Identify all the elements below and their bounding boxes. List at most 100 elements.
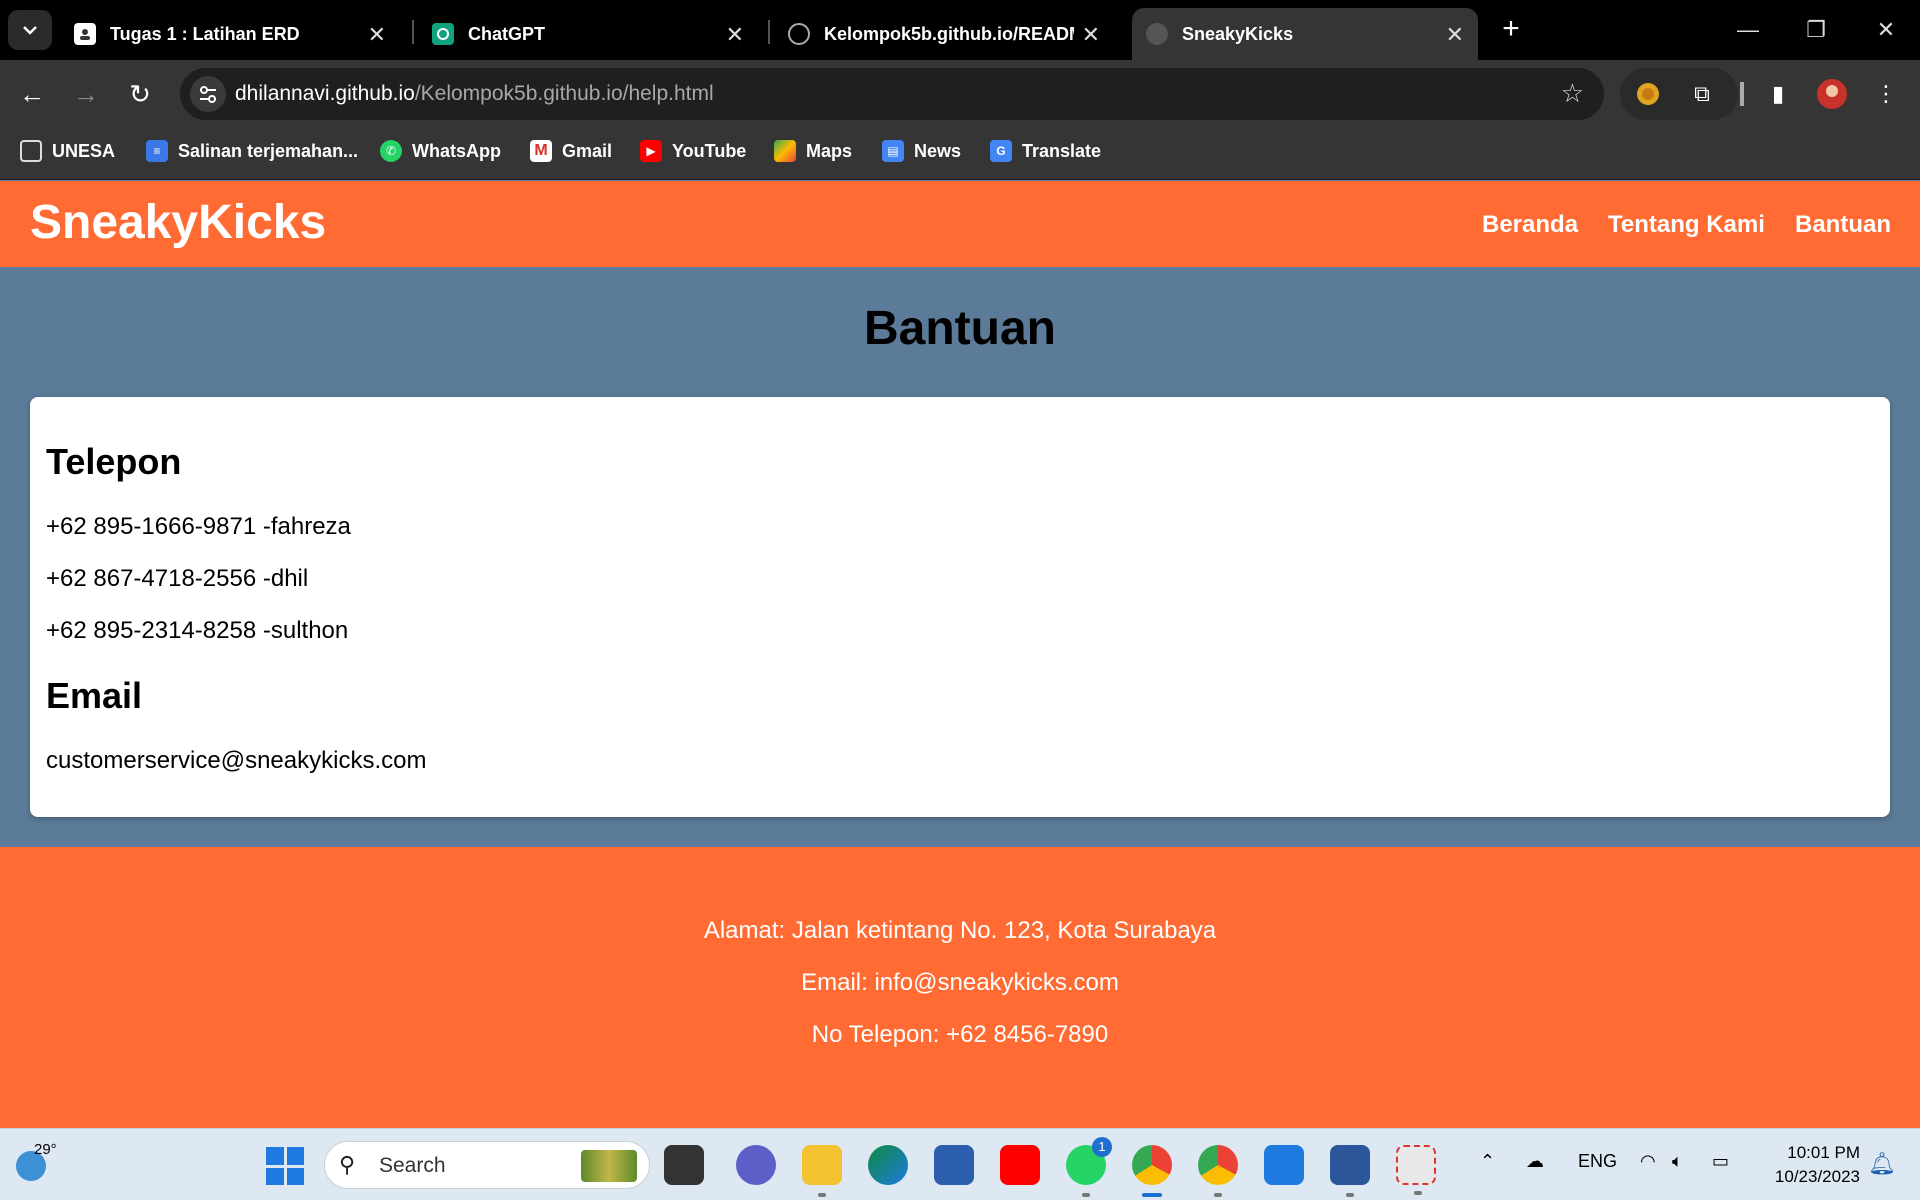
docs-icon: ≡ [146, 140, 168, 162]
notification-badge: 1 [1092, 1137, 1112, 1157]
close-icon[interactable]: ✕ [726, 22, 744, 48]
forward-icon[interactable]: → [68, 76, 104, 112]
phone-item: +62 895-1666-9871 -fahreza [46, 513, 351, 540]
web-page: SneakyKicks Beranda Tentang Kami Bantuan… [0, 181, 1920, 1128]
chatgpt-icon [432, 23, 454, 45]
weather-widget[interactable]: 29° [12, 1141, 57, 1183]
bookmark-label: Maps [806, 140, 853, 161]
reload-icon[interactable]: ↻ [122, 76, 158, 112]
search-icon: ⚲ [339, 1152, 356, 1177]
vscode-icon[interactable] [1264, 1145, 1304, 1185]
side-panel-icon[interactable]: ▮ [1760, 76, 1796, 112]
tab-github[interactable]: Kelompok5b.github.io/READM ✕ [774, 8, 1114, 60]
search-highlight-image [581, 1150, 637, 1182]
profile-avatar[interactable] [1814, 76, 1850, 112]
chrome-icon[interactable] [1132, 1145, 1172, 1197]
gmail-icon: M [530, 140, 552, 162]
support-email: customerservice@sneakykicks.com [46, 747, 427, 774]
tab-sneakykicks[interactable]: SneakyKicks ✕ [1132, 8, 1478, 60]
tab-search-button[interactable] [8, 10, 52, 50]
site-footer: Alamat: Jalan ketintang No. 123, Kota Su… [0, 847, 1920, 1128]
close-icon[interactable]: ✕ [1082, 22, 1100, 48]
bookmark-translate[interactable]: G Translate [990, 140, 1101, 162]
battery-icon[interactable]: ▭ [1712, 1151, 1729, 1172]
phone-item: +62 867-4718-2556 -dhil [46, 565, 309, 592]
site-header: SneakyKicks Beranda Tentang Kami Bantuan [0, 181, 1920, 267]
address-bar[interactable]: dhilannavi.github.io/Kelompok5b.github.i… [180, 68, 1604, 120]
bookmark-label: Translate [1022, 140, 1102, 161]
bookmark-unesa[interactable]: UNESA [20, 140, 115, 162]
bookmark-news[interactable]: ▤ News [882, 140, 961, 162]
close-icon[interactable]: ✕ [1446, 22, 1464, 48]
nav-bantuan[interactable]: Bantuan [1795, 211, 1891, 239]
bookmark-salinan[interactable]: ≡ Salinan terjemahan... [146, 140, 358, 162]
extension-badge-icon[interactable] [1630, 76, 1666, 112]
bookmark-star-icon[interactable]: ☆ [1561, 78, 1584, 109]
taskbar: 29° ⚲ Search 1 ⌃ ☁ ENG ◠ 🔈︎ ▭ 10:01 PM 1… [0, 1128, 1920, 1200]
bookmark-whatsapp[interactable]: ✆ WhatsApp [380, 140, 501, 162]
teams-icon[interactable] [736, 1145, 776, 1185]
store-icon[interactable] [934, 1145, 974, 1185]
clock[interactable]: 10:01 PM 10/23/2023 [1760, 1141, 1860, 1189]
file-explorer-icon[interactable] [802, 1145, 842, 1197]
whatsapp-app-icon[interactable]: 1 [1066, 1137, 1112, 1197]
footer-email: Email: info@sneakykicks.com [801, 969, 1119, 996]
edge-icon[interactable] [868, 1145, 908, 1185]
onedrive-icon[interactable]: ☁ [1526, 1151, 1544, 1172]
tab-title: SneakyKicks [1182, 23, 1294, 44]
bookmark-gmail[interactable]: M Gmail [530, 140, 612, 162]
volume-icon[interactable]: 🔈︎ [1672, 1151, 1683, 1172]
bookmark-label: YouTube [672, 140, 747, 161]
minimize-icon[interactable]: — [1728, 12, 1768, 48]
chrome-profile-icon[interactable] [1198, 1145, 1238, 1197]
phone-item: +62 895-2314-8258 -sulthon [46, 617, 349, 644]
youtube-app-icon[interactable] [1000, 1145, 1040, 1185]
menu-kebab-icon[interactable]: ⋮ [1868, 76, 1904, 112]
bookmark-label: News [914, 140, 962, 161]
nav-beranda[interactable]: Beranda [1482, 211, 1578, 239]
bookmark-maps[interactable]: Maps [774, 140, 852, 162]
classroom-icon [74, 23, 96, 45]
tab-divider [768, 20, 770, 44]
back-icon[interactable]: ← [14, 76, 50, 112]
chevron-up-icon[interactable]: ⌃ [1480, 1151, 1495, 1172]
snipping-tool-icon[interactable] [1396, 1145, 1436, 1195]
taskbar-search[interactable]: ⚲ Search [324, 1141, 650, 1189]
url-host: dhilannavi.github.io [235, 82, 415, 105]
bookmark-label: Salinan terjemahan... [178, 140, 359, 161]
search-placeholder: Search [379, 1154, 446, 1177]
github-icon [788, 23, 810, 45]
close-icon[interactable]: ✕ [368, 22, 386, 48]
chevron-down-icon [23, 26, 37, 35]
bookmarks-bar: UNESA ≡ Salinan terjemahan... ✆ WhatsApp… [0, 128, 1920, 180]
footer-address: Alamat: Jalan ketintang No. 123, Kota Su… [703, 917, 1217, 944]
bookmark-youtube[interactable]: ▶ YouTube [640, 140, 746, 162]
close-window-icon[interactable]: ✕ [1866, 12, 1906, 48]
site-logo[interactable]: SneakyKicks [30, 195, 326, 250]
bookmark-label: UNESA [52, 140, 116, 161]
wifi-icon[interactable]: ◠ [1640, 1151, 1656, 1172]
language-indicator[interactable]: ENG [1578, 1151, 1617, 1172]
globe-icon [1146, 23, 1168, 45]
tab-title: ChatGPT [468, 23, 546, 44]
page-title: Bantuan [864, 302, 1056, 355]
task-view-icon[interactable] [664, 1145, 704, 1185]
url-path: /Kelompok5b.github.io/help.html [414, 82, 714, 105]
windows-start-icon[interactable] [266, 1147, 304, 1185]
nav-tentang-kami[interactable]: Tentang Kami [1608, 211, 1765, 239]
word-icon[interactable] [1330, 1145, 1370, 1197]
notification-bell-icon[interactable]: 🔔︎ [1868, 1151, 1896, 1177]
tab-chatgpt[interactable]: ChatGPT ✕ [418, 8, 758, 60]
extensions-puzzle-icon[interactable]: ⧉ [1684, 76, 1720, 112]
tab-title: Tugas 1 : Latihan ERD [110, 23, 300, 44]
youtube-icon: ▶ [640, 140, 662, 162]
tab-divider [412, 20, 414, 44]
folder-icon [20, 140, 42, 162]
site-info-icon[interactable] [190, 76, 226, 112]
whatsapp-icon: ✆ [380, 140, 402, 162]
tab-tugas[interactable]: Tugas 1 : Latihan ERD ✕ [60, 8, 400, 60]
restore-icon[interactable]: ❐ [1796, 12, 1836, 48]
news-icon: ▤ [882, 140, 904, 162]
bookmark-label: Gmail [562, 140, 613, 161]
new-tab-button[interactable]: + [1495, 12, 1527, 48]
